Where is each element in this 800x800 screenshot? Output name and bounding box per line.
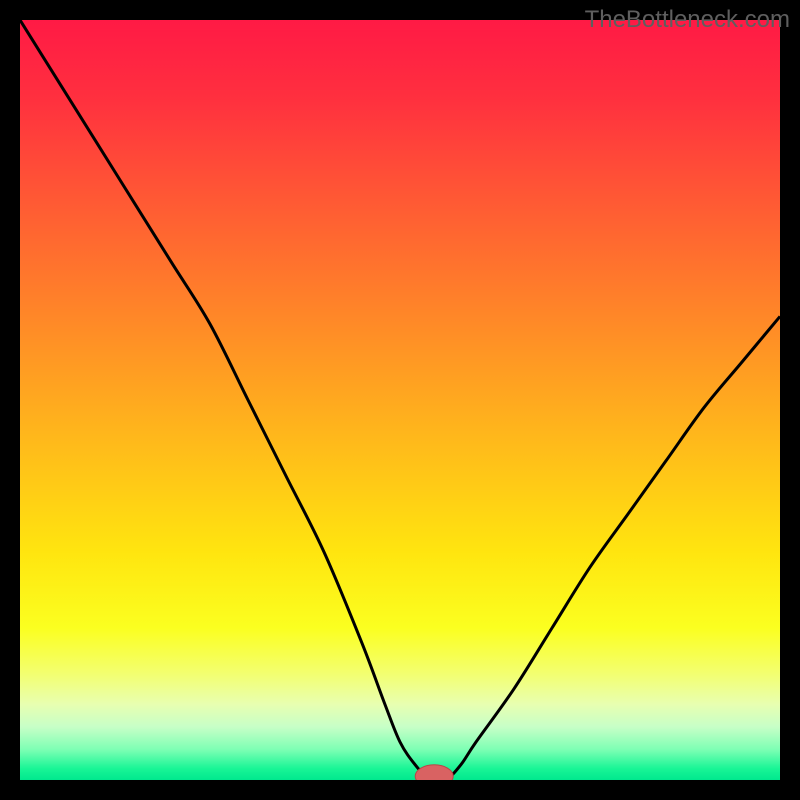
plot-area [20, 20, 780, 780]
watermark-text: TheBottleneck.com [585, 6, 790, 34]
chart-svg [20, 20, 780, 780]
gradient-bg [20, 20, 780, 780]
chart-frame: TheBottleneck.com [0, 0, 800, 800]
